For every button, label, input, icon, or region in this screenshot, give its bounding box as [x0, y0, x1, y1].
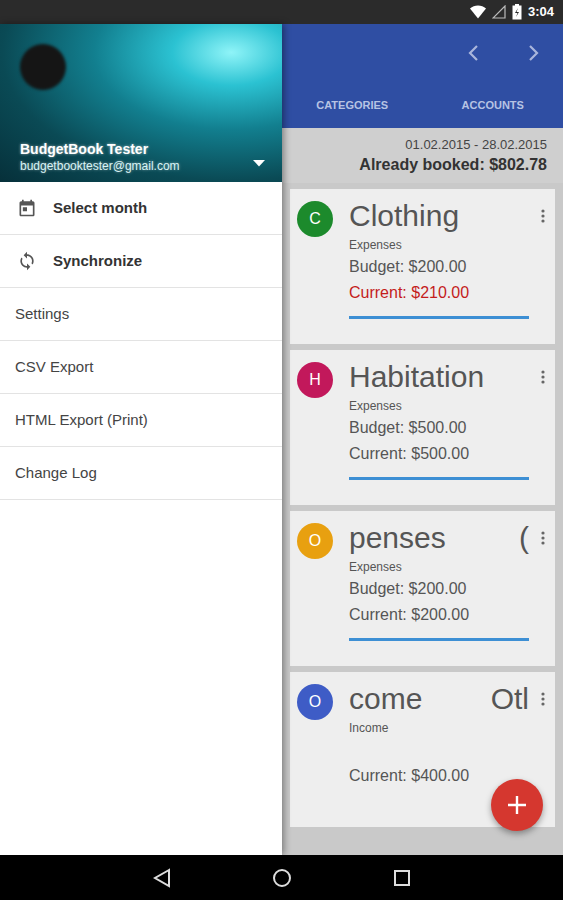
category-title-next: ( — [519, 520, 529, 556]
category-card[interactable]: C Clothing ExpensesBudget: $200.00Current:… — [290, 189, 555, 344]
drawer-item[interactable]: Change Log — [0, 447, 282, 500]
signal-icon — [492, 5, 506, 19]
drawer-item-label: HTML Export (Print) — [15, 409, 148, 432]
category-body: Habitation ExpensesBudget: $500.00Current… — [349, 362, 537, 505]
category-title: come — [349, 681, 422, 717]
category-current: Current: $210.00 — [349, 280, 529, 306]
budget-progress-fill — [349, 477, 529, 480]
category-budget: Budget: $500.00 — [349, 415, 529, 441]
more-icon[interactable] — [541, 203, 545, 344]
previous-icon[interactable] — [450, 29, 498, 77]
category-letter: O — [309, 690, 321, 714]
drawer-item[interactable]: Settings — [0, 288, 282, 341]
sync-icon — [17, 251, 37, 271]
account-avatar[interactable] — [20, 44, 66, 90]
battery-icon — [512, 4, 522, 20]
drawer-item-label: CSV Export — [15, 356, 93, 379]
period-range: 01.02.2015 - 28.02.2015 — [298, 136, 547, 154]
app-content: BudgetBook Testerbudgetbooktester@gmail.… — [0, 24, 563, 855]
category-menu[interactable] — [537, 362, 549, 505]
system-nav-bar — [0, 855, 563, 900]
account-switcher[interactable]: BudgetBook Testerbudgetbooktester@gmail.… — [20, 140, 266, 174]
month-navigation — [282, 24, 563, 82]
drawer-item[interactable]: Select month — [0, 182, 282, 235]
category-budget — [349, 737, 529, 763]
budget-progress-fill — [349, 316, 529, 319]
status-bar: 3:04 — [0, 0, 563, 24]
booked-total: Already booked: $802.78 — [298, 154, 547, 176]
add-button[interactable] — [491, 779, 543, 831]
drawer-item[interactable]: HTML Export (Print) — [0, 394, 282, 447]
category-title-row: penses ( — [349, 520, 529, 556]
account-name: BudgetBook Tester — [20, 140, 180, 158]
category-title-row: come Otl — [349, 681, 529, 717]
budget-progress — [349, 638, 529, 641]
account-email: budgetbooktester@gmail.com — [20, 158, 180, 174]
category-card[interactable]: Openses ( ExpensesBudget: $200.00Current: … — [290, 511, 555, 666]
category-type: Income — [349, 719, 529, 737]
category-avatar: C — [297, 201, 333, 237]
tab[interactable]: ACCOUNTS — [423, 82, 563, 128]
drawer-item-label: Synchronize — [53, 250, 142, 273]
drawer-item-label: Settings — [15, 303, 69, 326]
category-title-row: Habitation — [349, 359, 529, 395]
category-type: Expenses — [349, 397, 529, 415]
category-menu[interactable] — [537, 523, 549, 666]
dropdown-icon[interactable] — [252, 150, 266, 174]
drawer-item[interactable]: CSV Export — [0, 341, 282, 394]
more-icon[interactable] — [541, 525, 545, 666]
category-title: penses — [349, 520, 446, 556]
category-body: Clothing ExpensesBudget: $200.00Current: … — [349, 201, 537, 344]
navigation-drawer: BudgetBook Testerbudgetbooktester@gmail.… — [0, 24, 282, 855]
next-icon[interactable] — [509, 29, 557, 77]
category-card[interactable]: H Habitation ExpensesBudget: $500.00Curren… — [290, 350, 555, 505]
tab[interactable]: CATEGORIES — [282, 82, 423, 128]
budget-progress — [349, 477, 529, 480]
category-avatar: H — [297, 362, 333, 398]
category-menu[interactable] — [537, 201, 549, 344]
category-avatar: O — [297, 684, 333, 720]
category-avatar: O — [297, 523, 333, 559]
drawer-item[interactable]: Synchronize — [0, 235, 282, 288]
budget-progress — [349, 316, 529, 319]
home-icon[interactable] — [262, 858, 302, 898]
category-letter: H — [309, 368, 321, 392]
wifi-icon — [470, 5, 486, 19]
app-screen: 3:04 BudgetBook Testerbudgetbooktester@gm… — [0, 0, 563, 900]
drawer-item-label: Change Log — [15, 462, 97, 485]
app-toolbar: CATEGORIESACCOUNTS — [282, 24, 563, 128]
category-list: CClothingExpensesBudget: $200.00Current:… — [282, 183, 563, 855]
plus-icon[interactable] — [506, 794, 528, 816]
recents-icon[interactable] — [382, 858, 422, 898]
category-type: Expenses — [349, 236, 529, 254]
category-title: Clothing — [349, 198, 459, 234]
category-title: Habitation — [349, 359, 484, 395]
back-icon[interactable] — [142, 858, 182, 898]
main-panel: CATEGORIESACCOUNTS01.02.2015 - 28.02.201… — [282, 24, 563, 855]
category-current: Current: $500.00 — [349, 441, 529, 467]
category-title-row: Clothing — [349, 198, 529, 234]
tab-bar: CATEGORIESACCOUNTS — [282, 82, 563, 128]
more-icon[interactable] — [541, 364, 545, 505]
account-info: BudgetBook Testerbudgetbooktester@gmail.… — [20, 140, 180, 174]
drawer-menu: Select month Synchronize Settings CSV Expor… — [0, 182, 282, 500]
calendar-icon — [17, 198, 37, 218]
drawer-item-label: Select month — [53, 197, 147, 220]
drawer-header: BudgetBook Testerbudgetbooktester@gmail.… — [0, 24, 282, 182]
category-title-next: Otl — [491, 681, 529, 717]
budget-progress-fill — [349, 638, 529, 641]
clock: 3:04 — [528, 2, 554, 22]
category-letter: O — [309, 529, 321, 553]
category-type: Expenses — [349, 558, 529, 576]
category-current: Current: $200.00 — [349, 602, 529, 628]
category-letter: C — [309, 207, 321, 231]
category-budget: Budget: $200.00 — [349, 576, 529, 602]
category-budget: Budget: $200.00 — [349, 254, 529, 280]
category-body: penses ( ExpensesBudget: $200.00Current: $… — [349, 523, 537, 666]
period-header: 01.02.2015 - 28.02.2015Already booked: $… — [282, 128, 563, 183]
